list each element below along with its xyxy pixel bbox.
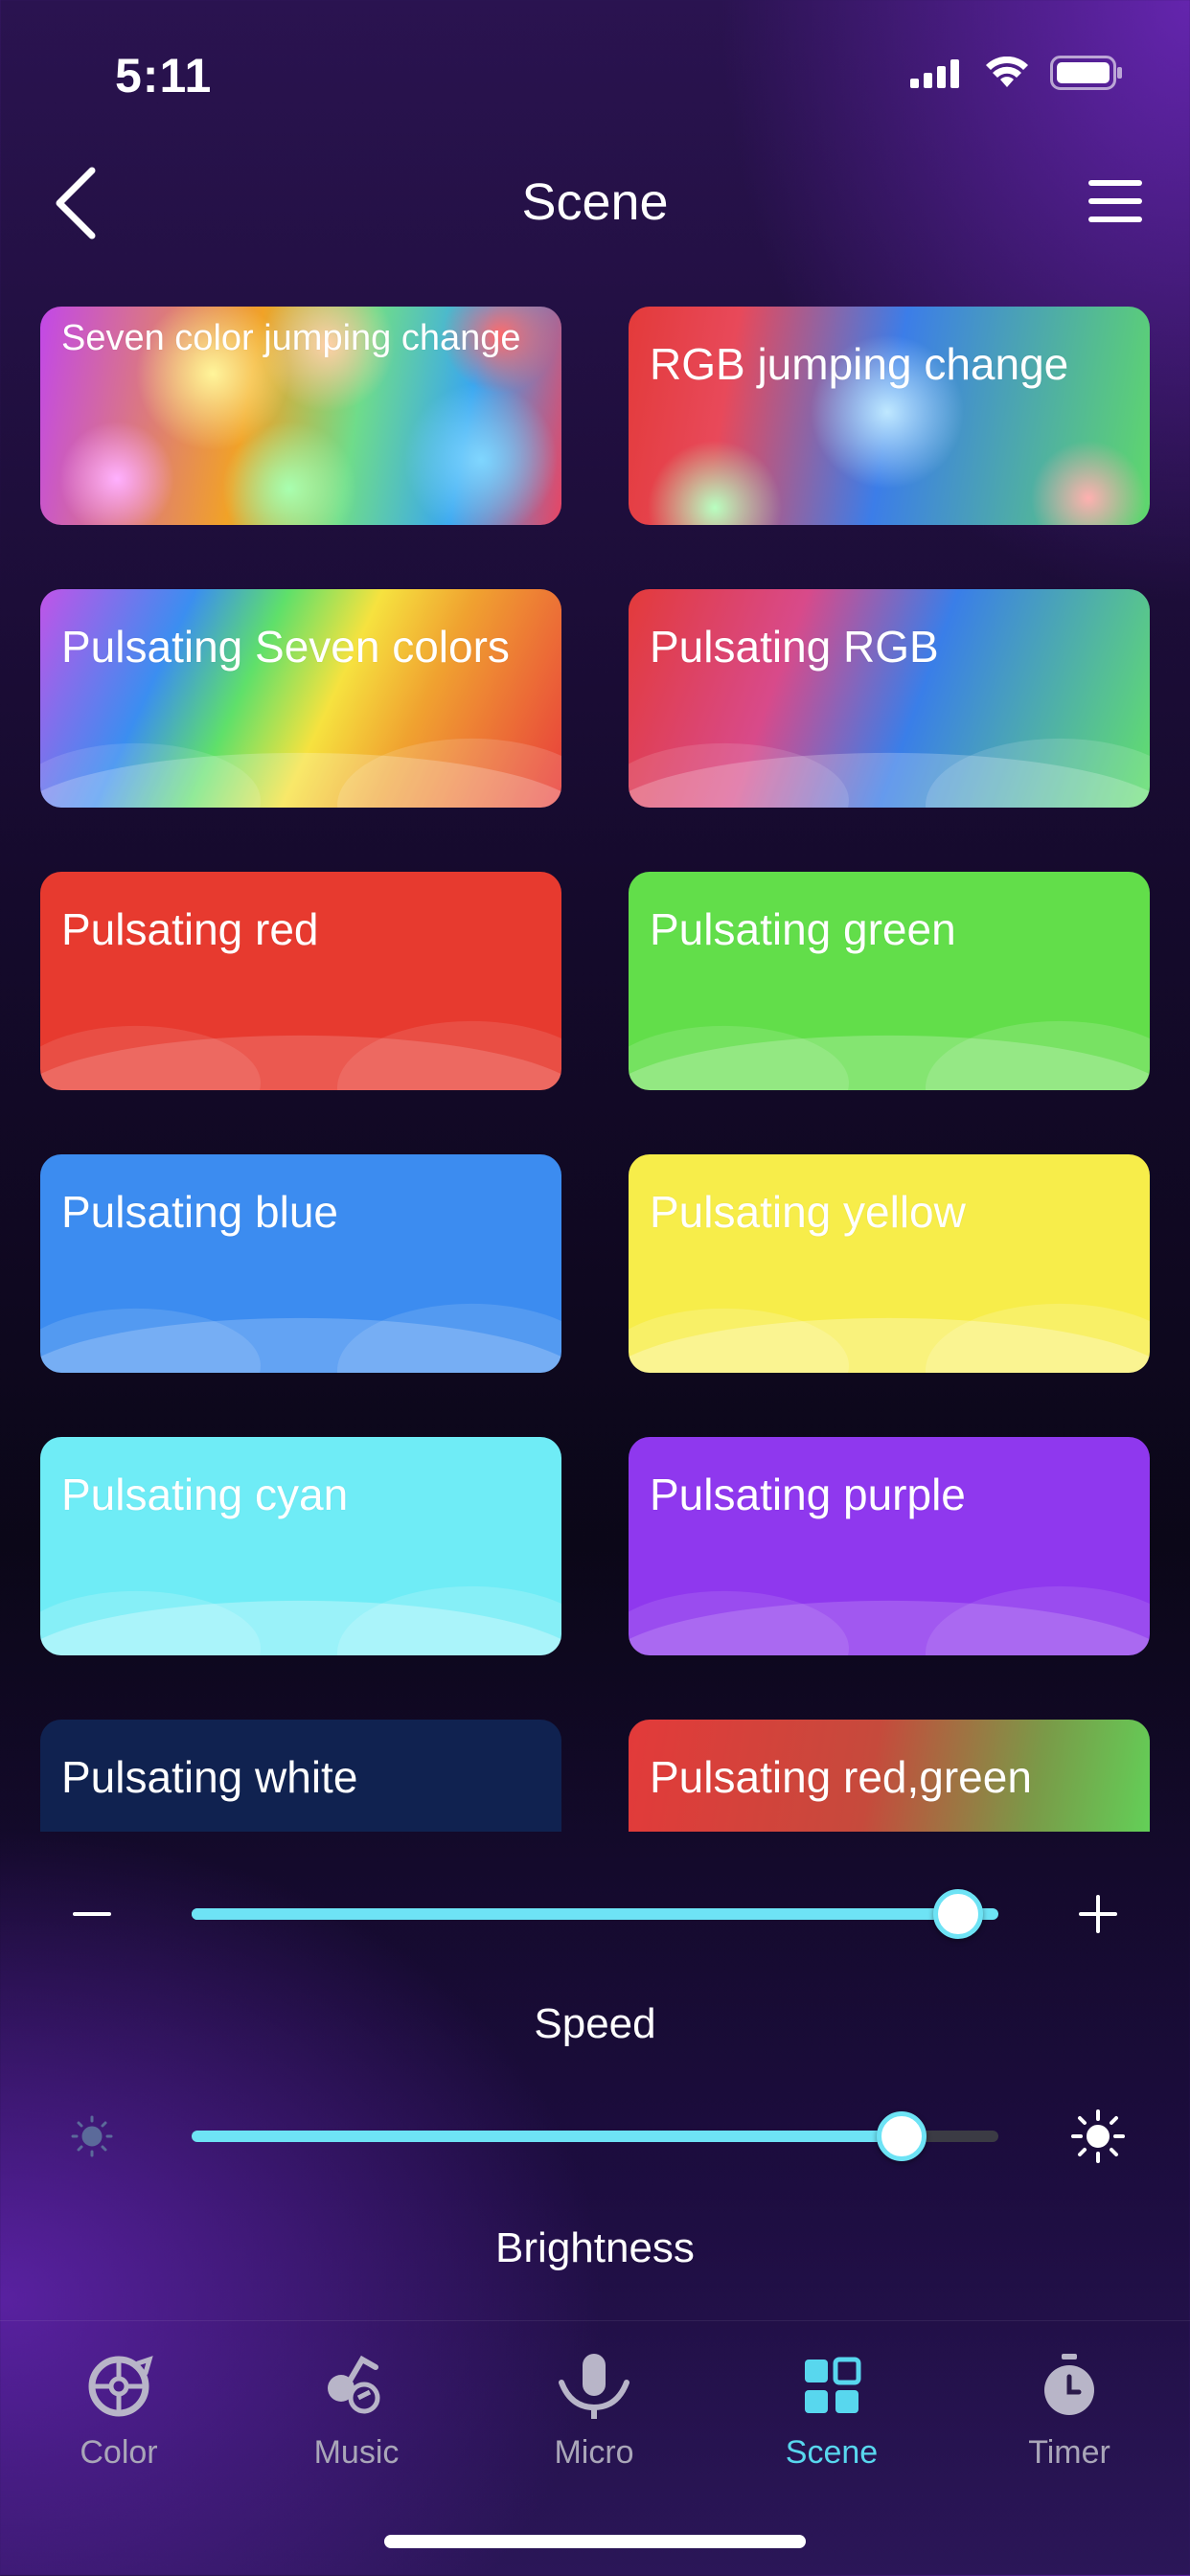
battery-icon (1050, 56, 1122, 90)
tab-label: Timer (1028, 2434, 1110, 2471)
scene-card-pulsating-red-green[interactable]: Pulsating red,green (629, 1720, 1150, 1832)
wifi-icon (986, 57, 1028, 87)
brightness-low-icon[interactable] (63, 2108, 121, 2165)
speed-slider-thumb[interactable] (933, 1889, 983, 1939)
scene-grid-icon (805, 2357, 861, 2413)
tab-micro[interactable]: Micro (475, 2350, 713, 2484)
bubble-overlay (40, 1586, 561, 1655)
brightness-slider[interactable] (192, 2111, 998, 2161)
brightness-high-icon[interactable] (1069, 2108, 1127, 2165)
scene-card-pulsating-white[interactable]: Pulsating white (40, 1720, 561, 1832)
scene-card-rgb-jumping[interactable]: RGB jumping change (629, 307, 1150, 525)
brightness-slider-row (0, 2098, 1190, 2175)
bubble-overlay (629, 739, 1150, 808)
speed-slider-fill (192, 1908, 958, 1920)
bubble-overlay (40, 1021, 561, 1090)
tab-label: Scene (785, 2434, 879, 2471)
scene-label: Pulsating green (650, 904, 956, 954)
scene-card-seven-color-jumping[interactable]: Seven color jumping change (40, 307, 561, 525)
scene-card-pulsating-blue[interactable]: Pulsating blue (40, 1154, 561, 1373)
scene-label: Pulsating blue (61, 1187, 338, 1237)
scene-label: Pulsating white (61, 1752, 358, 1802)
bubble-overlay (40, 1304, 561, 1373)
tab-scene[interactable]: Scene (713, 2350, 950, 2484)
bubble-overlay (629, 1021, 1150, 1090)
signal-icon (910, 59, 959, 88)
speed-label: Speed (534, 2000, 656, 2047)
status-icons (910, 56, 1123, 90)
speed-increase-button[interactable] (1069, 1885, 1127, 1943)
speed-slider[interactable] (192, 1889, 998, 1939)
scene-card-pulsating-red[interactable]: Pulsating red (40, 872, 561, 1090)
tab-timer[interactable]: Timer (950, 2350, 1188, 2484)
bubble-overlay (40, 1807, 561, 1832)
timer-icon (1044, 2354, 1094, 2415)
bubble-overlay (629, 1304, 1150, 1373)
music-icon (328, 2355, 380, 2414)
scene-label: RGB jumping change (650, 339, 1069, 389)
scene-label: Pulsating red (61, 904, 319, 954)
nav-header: Scene (0, 153, 1190, 249)
page-title: Scene (521, 173, 669, 231)
brightness-slider-thumb[interactable] (877, 2111, 927, 2161)
menu-icon[interactable] (1087, 174, 1144, 228)
scene-label: Pulsating Seven colors (61, 622, 510, 672)
scene-card-pulsating-cyan[interactable]: Pulsating cyan (40, 1437, 561, 1655)
tab-music[interactable]: Music (238, 2350, 475, 2484)
status-bar: 5:11 (0, 0, 1190, 153)
scene-card-pulsating-yellow[interactable]: Pulsating yellow (629, 1154, 1150, 1373)
tab-label: Color (80, 2434, 158, 2471)
scene-card-pulsating-green[interactable]: Pulsating green (629, 872, 1150, 1090)
home-indicator[interactable] (384, 2535, 806, 2548)
scene-card-pulsating-rgb[interactable]: Pulsating RGB (629, 589, 1150, 808)
status-time: 5:11 (115, 49, 213, 103)
scene-label: Pulsating red,green (650, 1752, 1032, 1802)
tab-color[interactable]: Color (0, 2350, 238, 2484)
scene-label: Pulsating RGB (650, 622, 939, 672)
color-wheel-icon (88, 2356, 153, 2417)
microphone-icon (559, 2354, 629, 2419)
scene-card-pulsating-seven[interactable]: Pulsating Seven colors (40, 589, 561, 808)
scene-grid: Seven color jumping change RGB jumping c… (40, 307, 1152, 1832)
brightness-slider-fill (192, 2131, 902, 2142)
scene-label: Pulsating cyan (61, 1470, 349, 1519)
speed-slider-row (0, 1876, 1190, 1952)
scene-card-pulsating-purple[interactable]: Pulsating purple (629, 1437, 1150, 1655)
speed-decrease-button[interactable] (63, 1885, 121, 1943)
bubble-overlay (40, 739, 561, 808)
scene-label: Pulsating yellow (650, 1187, 966, 1237)
scene-label: Seven color jumping change (61, 318, 521, 358)
brightness-label: Brightness (495, 2224, 695, 2271)
tab-label: Micro (554, 2434, 634, 2471)
scene-label: Pulsating purple (650, 1470, 966, 1519)
bubble-overlay (629, 1586, 1150, 1655)
tab-label: Music (313, 2434, 400, 2471)
